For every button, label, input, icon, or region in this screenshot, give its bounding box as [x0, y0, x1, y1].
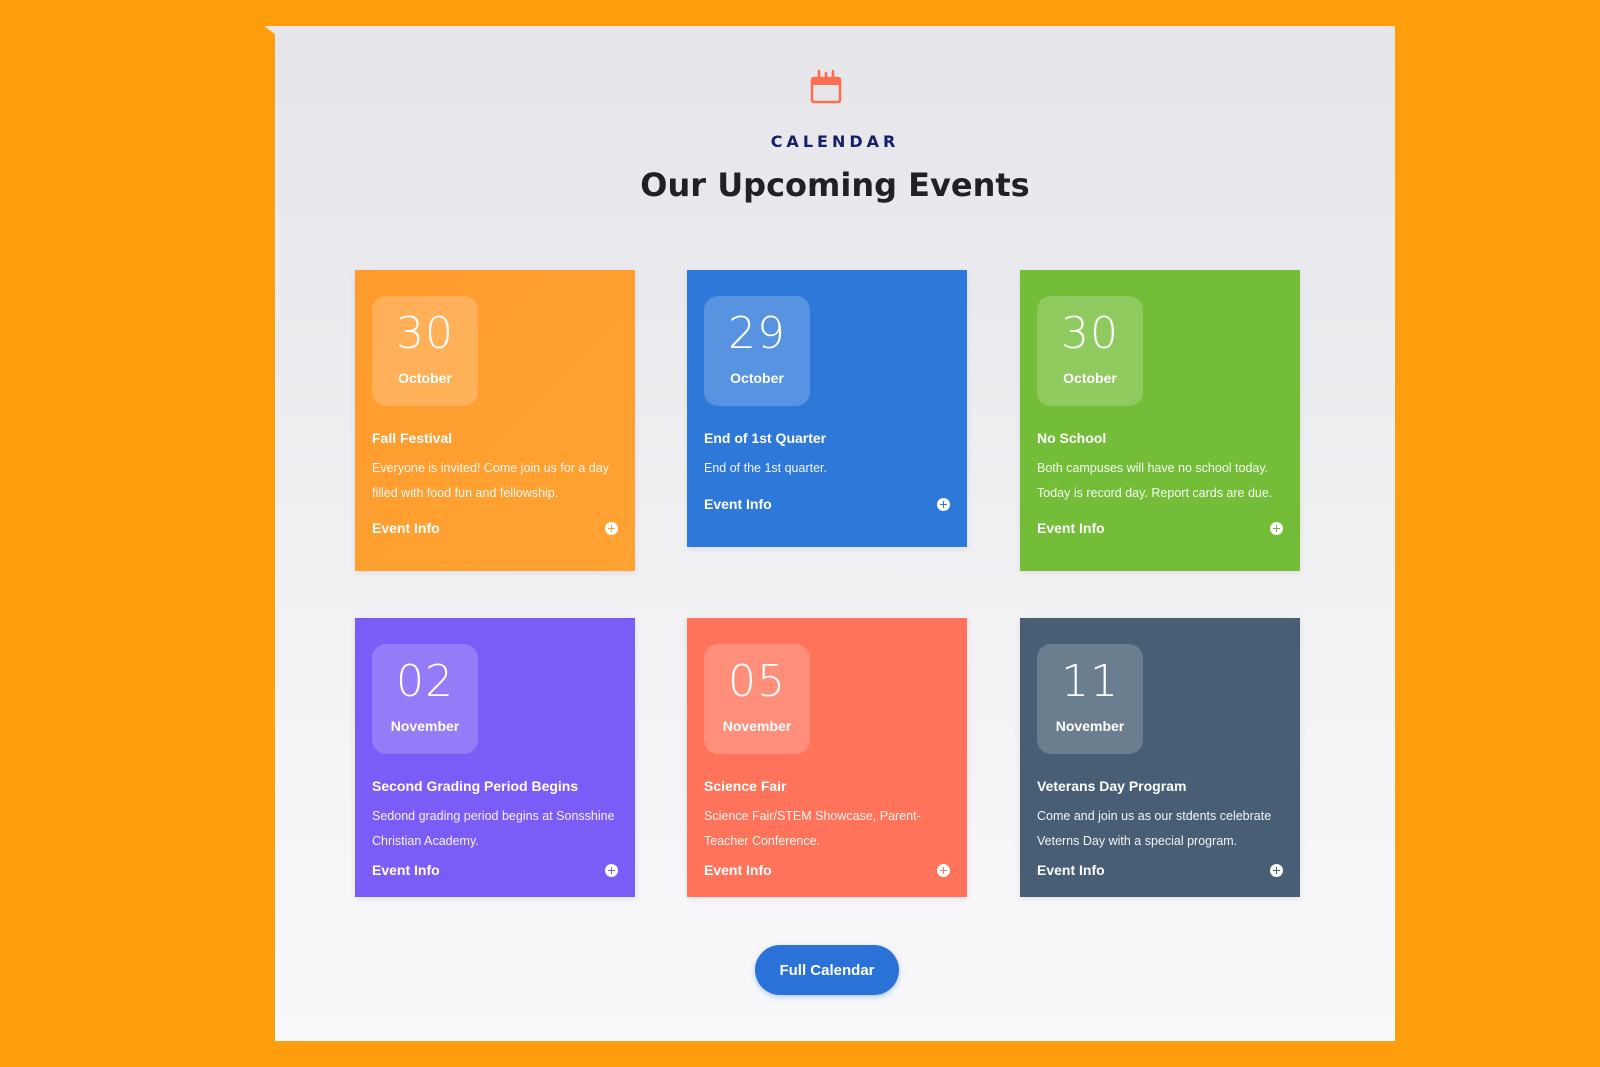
- plus-circle-icon[interactable]: [605, 522, 618, 535]
- event-info-link[interactable]: Event Info: [372, 862, 440, 878]
- event-card: 30 October Fall Festival Everyone is inv…: [355, 270, 635, 571]
- event-info-link[interactable]: Event Info: [1037, 520, 1105, 536]
- event-day: 11: [1061, 656, 1119, 707]
- plus-circle-icon[interactable]: [937, 864, 950, 877]
- event-info-link[interactable]: Event Info: [704, 862, 772, 878]
- event-description: Both campuses will have no school today.…: [1037, 461, 1273, 500]
- section-heading: Our Upcoming Events: [640, 166, 1030, 204]
- event-card: 30 October No School Both campuses will …: [1020, 270, 1300, 571]
- event-month: November: [390, 718, 460, 734]
- date-badge: 30 October: [1037, 296, 1143, 406]
- plus-circle-icon[interactable]: [937, 498, 950, 511]
- date-badge: 30 October: [372, 296, 478, 406]
- event-description: Everyone is invited! Come join us for a …: [372, 461, 609, 500]
- event-title: Second Grading Period Begins: [372, 778, 579, 794]
- date-badge: 11 November: [1037, 644, 1143, 754]
- event-description: Science Fair/STEM Showcase, Parent-Teach…: [704, 809, 921, 848]
- event-title: Veterans Day Program: [1037, 778, 1187, 794]
- event-description: Come and join us as our stdents celebrat…: [1037, 809, 1272, 848]
- calendar-icon: [810, 69, 842, 104]
- plus-circle-icon[interactable]: [1270, 522, 1283, 535]
- date-badge: 29 October: [704, 296, 810, 406]
- event-info-link[interactable]: Event Info: [372, 520, 440, 536]
- event-day: 29: [728, 308, 786, 359]
- event-info-link[interactable]: Event Info: [1037, 862, 1105, 878]
- panel-corner: [264, 26, 275, 34]
- event-day: 05: [728, 656, 786, 707]
- event-description: Sedond grading period begins at Sonsshin…: [372, 809, 615, 848]
- event-month: October: [730, 370, 784, 386]
- event-title: Science Fair: [704, 778, 787, 794]
- plus-circle-icon[interactable]: [605, 864, 618, 877]
- event-month: October: [1063, 370, 1117, 386]
- event-card: 05 November Science Fair Science Fair/ST…: [687, 618, 967, 897]
- event-description: End of the 1st quarter.: [704, 461, 827, 475]
- plus-circle-icon[interactable]: [1270, 864, 1283, 877]
- event-title: No School: [1037, 430, 1107, 446]
- event-month: November: [722, 718, 792, 734]
- date-badge: 02 November: [372, 644, 478, 754]
- event-month: November: [1055, 718, 1125, 734]
- event-card: 02 November Second Grading Period Begins…: [355, 618, 635, 897]
- event-title: Fall Festival: [372, 430, 453, 446]
- event-day: 30: [1061, 308, 1119, 359]
- event-day: 02: [396, 656, 454, 707]
- date-badge: 05 November: [704, 644, 810, 754]
- event-day: 30: [396, 308, 454, 359]
- event-title: End of 1st Quarter: [704, 430, 827, 446]
- event-month: October: [398, 370, 452, 386]
- event-card: 11 November Veterans Day Program Come an…: [1020, 618, 1300, 897]
- section-eyebrow: CALENDAR: [770, 132, 900, 151]
- full-calendar-button[interactable]: Full Calendar: [755, 945, 899, 995]
- event-info-link[interactable]: Event Info: [704, 496, 772, 512]
- event-card: 29 October End of 1st Quarter End of the…: [687, 270, 967, 547]
